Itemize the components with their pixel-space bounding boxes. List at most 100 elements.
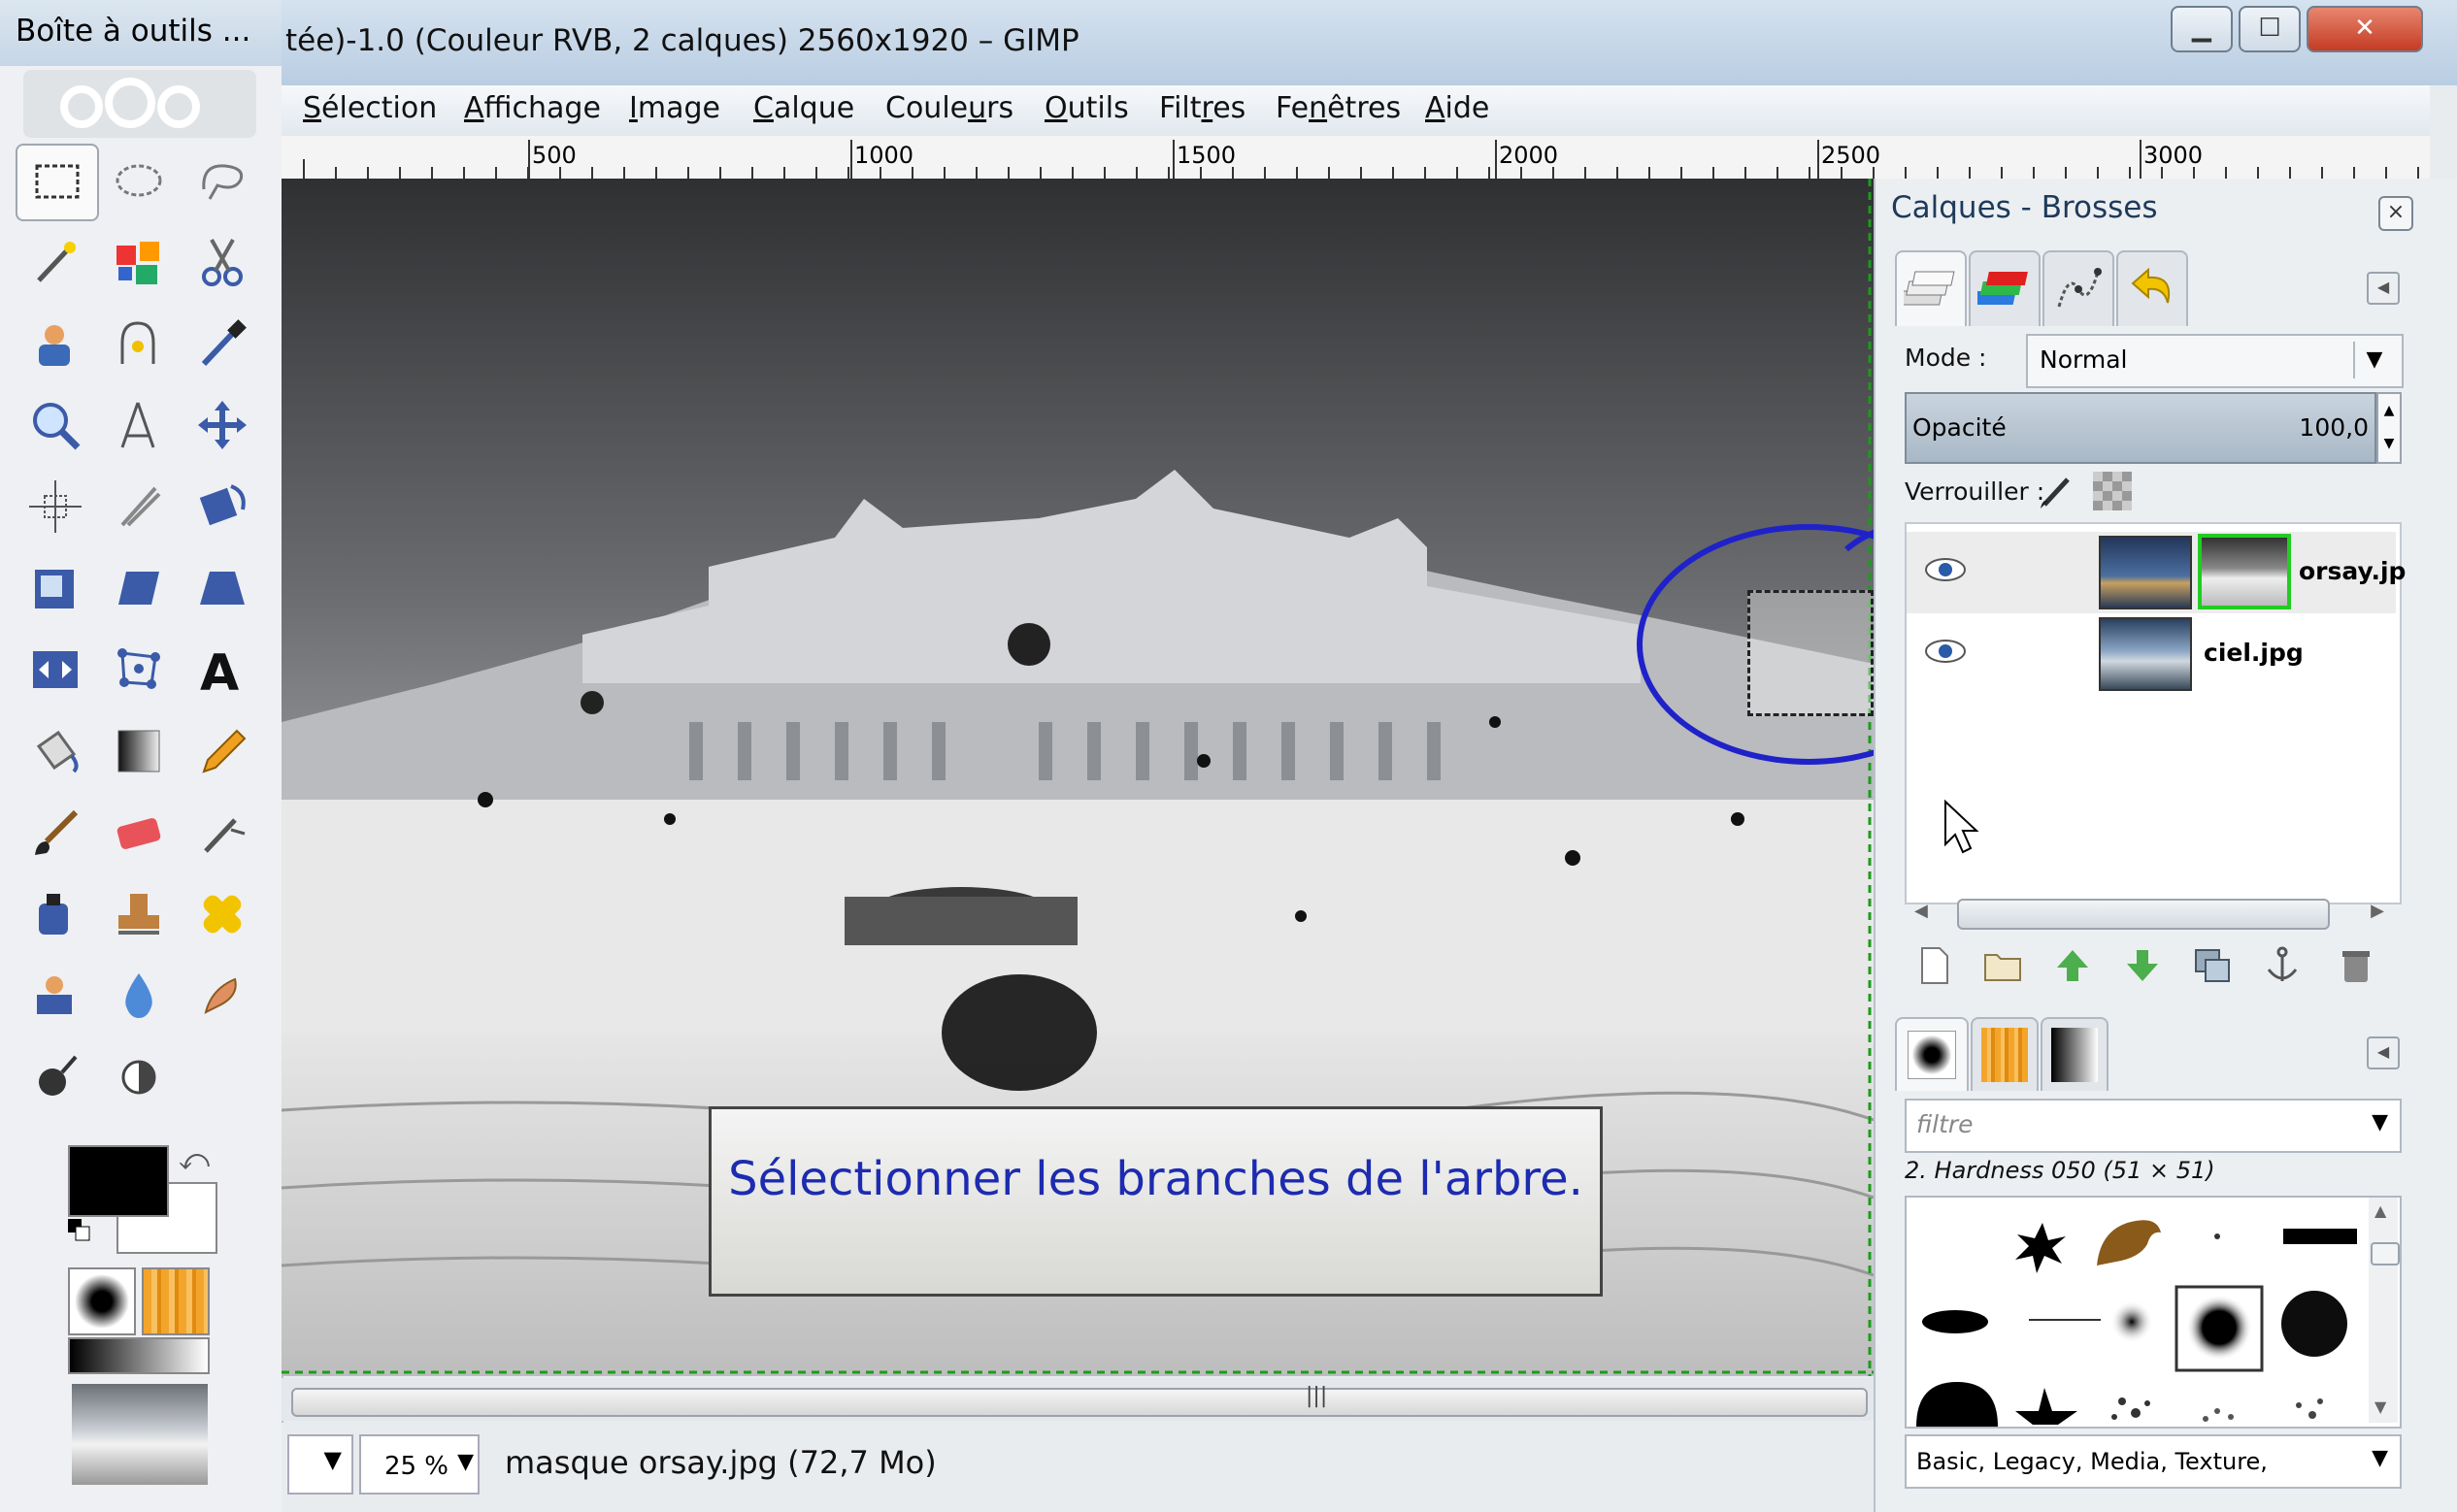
- menu-fenetres[interactable]: Fenêtres: [1276, 91, 1401, 125]
- layer-row[interactable]: orsay.jp: [1907, 532, 2406, 613]
- fuzzy-select-icon[interactable]: [16, 225, 95, 299]
- shear-icon[interactable]: [99, 551, 179, 625]
- menu-filtres[interactable]: Filtres: [1159, 91, 1245, 125]
- align-icon[interactable]: [16, 470, 95, 543]
- mode-select[interactable]: Normal ▼: [2026, 334, 2404, 388]
- lock-pixels-brush-icon[interactable]: [2037, 472, 2075, 514]
- dock-close-button[interactable]: ×: [2378, 196, 2413, 231]
- brush-vscroll-thumb[interactable]: [2371, 1242, 2400, 1265]
- dock-menu-arrow-icon[interactable]: ◀: [2367, 272, 2400, 305]
- tab-brushes[interactable]: [1895, 1017, 1969, 1091]
- airbrush-icon[interactable]: [183, 796, 262, 870]
- smudge-icon[interactable]: [183, 959, 262, 1033]
- close-button[interactable]: ✕: [2307, 6, 2423, 52]
- menu-image[interactable]: Image: [629, 91, 720, 125]
- active-pattern[interactable]: [142, 1267, 210, 1335]
- anchor-layer-icon[interactable]: [2260, 943, 2305, 988]
- chevron-down-icon[interactable]: ▼: [2372, 1110, 2388, 1134]
- menu-calque[interactable]: Calque: [753, 91, 854, 125]
- new-layer-group-icon[interactable]: [1980, 943, 2025, 988]
- toolbox-titlebar[interactable]: Boîte à outils ...: [0, 0, 282, 66]
- chevron-down-icon[interactable]: ▼: [457, 1450, 474, 1474]
- ink-icon[interactable]: [16, 877, 95, 951]
- raise-layer-icon[interactable]: [2050, 943, 2095, 988]
- clone-icon[interactable]: [99, 877, 179, 951]
- active-gradient[interactable]: [68, 1337, 210, 1374]
- reset-colors-icon[interactable]: [68, 1219, 91, 1242]
- flip-icon[interactable]: [16, 633, 95, 707]
- eraser-icon[interactable]: [99, 796, 179, 870]
- measure-icon[interactable]: [99, 388, 179, 462]
- free-select-icon[interactable]: [183, 144, 262, 217]
- dodge-burn-icon[interactable]: [16, 1040, 95, 1114]
- brushes-menu-arrow-icon[interactable]: ◀: [2367, 1036, 2400, 1069]
- scissors-icon[interactable]: [183, 225, 262, 299]
- tab-gradients[interactable]: [2041, 1017, 2108, 1091]
- menu-aide[interactable]: Aide: [1425, 91, 1489, 125]
- layer-row[interactable]: ciel.jpg: [1907, 613, 2396, 695]
- foreground-color-swatch[interactable]: [68, 1145, 169, 1217]
- layer-name[interactable]: ciel.jpg: [2204, 639, 2304, 667]
- rect-select-icon[interactable]: [16, 144, 99, 221]
- brush-filter-input[interactable]: filtre ▼: [1905, 1099, 2402, 1153]
- chevron-down-icon[interactable]: ▼: [2372, 1446, 2388, 1470]
- heal-icon[interactable]: [183, 877, 262, 951]
- scroll-right-icon[interactable]: ▶: [2371, 901, 2384, 921]
- canvas-hscroll-thumb[interactable]: [291, 1388, 1868, 1417]
- color-picker-icon[interactable]: [183, 307, 262, 380]
- threshold-icon[interactable]: [99, 1040, 179, 1114]
- cage-transform-icon[interactable]: [99, 633, 179, 707]
- rotate-icon[interactable]: [183, 470, 262, 543]
- menu-selection[interactable]: Sélection: [303, 91, 437, 125]
- perspective-clone-icon[interactable]: [16, 959, 95, 1033]
- tab-channels[interactable]: [1969, 250, 2041, 326]
- ellipse-select-icon[interactable]: [99, 144, 179, 217]
- paths-icon[interactable]: [99, 307, 179, 380]
- tab-layers[interactable]: [1895, 250, 1967, 326]
- move-icon[interactable]: [183, 388, 262, 462]
- brush-grid[interactable]: [1905, 1196, 2402, 1429]
- brush-tags-select[interactable]: Basic, Legacy, Media, Texture, ▼: [1905, 1434, 2402, 1489]
- crop-icon[interactable]: [99, 470, 179, 543]
- image-window-titlebar[interactable]: tée)-1.0 (Couleur RVB, 2 calques) 2560x1…: [282, 0, 2457, 85]
- paintbrush-icon[interactable]: [16, 796, 95, 870]
- duplicate-layer-icon[interactable]: [2190, 943, 2235, 988]
- lower-layer-icon[interactable]: [2120, 943, 2165, 988]
- active-image-thumbnail[interactable]: [72, 1384, 208, 1485]
- layer-mask-thumbnail[interactable]: [2198, 534, 2291, 609]
- eye-icon[interactable]: [1924, 637, 1967, 670]
- tab-patterns[interactable]: [1971, 1017, 2039, 1091]
- minimize-button[interactable]: ▁: [2171, 6, 2233, 52]
- new-layer-icon[interactable]: [1912, 943, 1957, 988]
- pencil-icon[interactable]: [183, 714, 262, 788]
- layers-hscroll-thumb[interactable]: [1957, 899, 2330, 930]
- maximize-button[interactable]: ☐: [2239, 6, 2301, 52]
- perspective-icon[interactable]: [183, 551, 262, 625]
- tab-paths[interactable]: [2042, 250, 2114, 326]
- menu-affichage[interactable]: Affichage: [464, 91, 601, 125]
- menu-couleurs[interactable]: Couleurs: [885, 91, 1013, 125]
- chevron-down-icon[interactable]: ▼: [2353, 342, 2394, 378]
- blend-icon[interactable]: [99, 714, 179, 788]
- layer-name[interactable]: orsay.jp: [2299, 557, 2406, 585]
- blur-icon[interactable]: [99, 959, 179, 1033]
- swap-colors-icon[interactable]: ⤺: [179, 1143, 210, 1177]
- bucket-fill-icon[interactable]: [16, 714, 95, 788]
- menu-outils[interactable]: Outils: [1045, 91, 1129, 125]
- brush-grid-vscroll[interactable]: ▲ ▼: [2369, 1198, 2400, 1423]
- opacity-slider[interactable]: Opacité 100,0: [1905, 392, 2376, 464]
- foreground-select-icon[interactable]: [16, 307, 95, 380]
- scale-icon[interactable]: [16, 551, 95, 625]
- tab-undo-history[interactable]: [2116, 250, 2188, 326]
- horizontal-ruler[interactable]: 500 1000 1500 2000 2500 3000: [282, 136, 2430, 181]
- lock-alpha-checker-icon[interactable]: [2093, 472, 2132, 514]
- active-brush[interactable]: [68, 1267, 136, 1335]
- unit-select[interactable]: ▼: [287, 1434, 353, 1495]
- delete-layer-icon[interactable]: [2334, 943, 2378, 988]
- text-tool-icon[interactable]: A: [183, 633, 262, 707]
- color-select-icon[interactable]: [99, 225, 179, 299]
- zoom-select[interactable]: 25 % ▼: [359, 1434, 480, 1495]
- zoom-icon[interactable]: [16, 388, 95, 462]
- scroll-down-icon[interactable]: ▼: [2374, 1397, 2386, 1416]
- scroll-up-icon[interactable]: ▲: [2374, 1201, 2386, 1220]
